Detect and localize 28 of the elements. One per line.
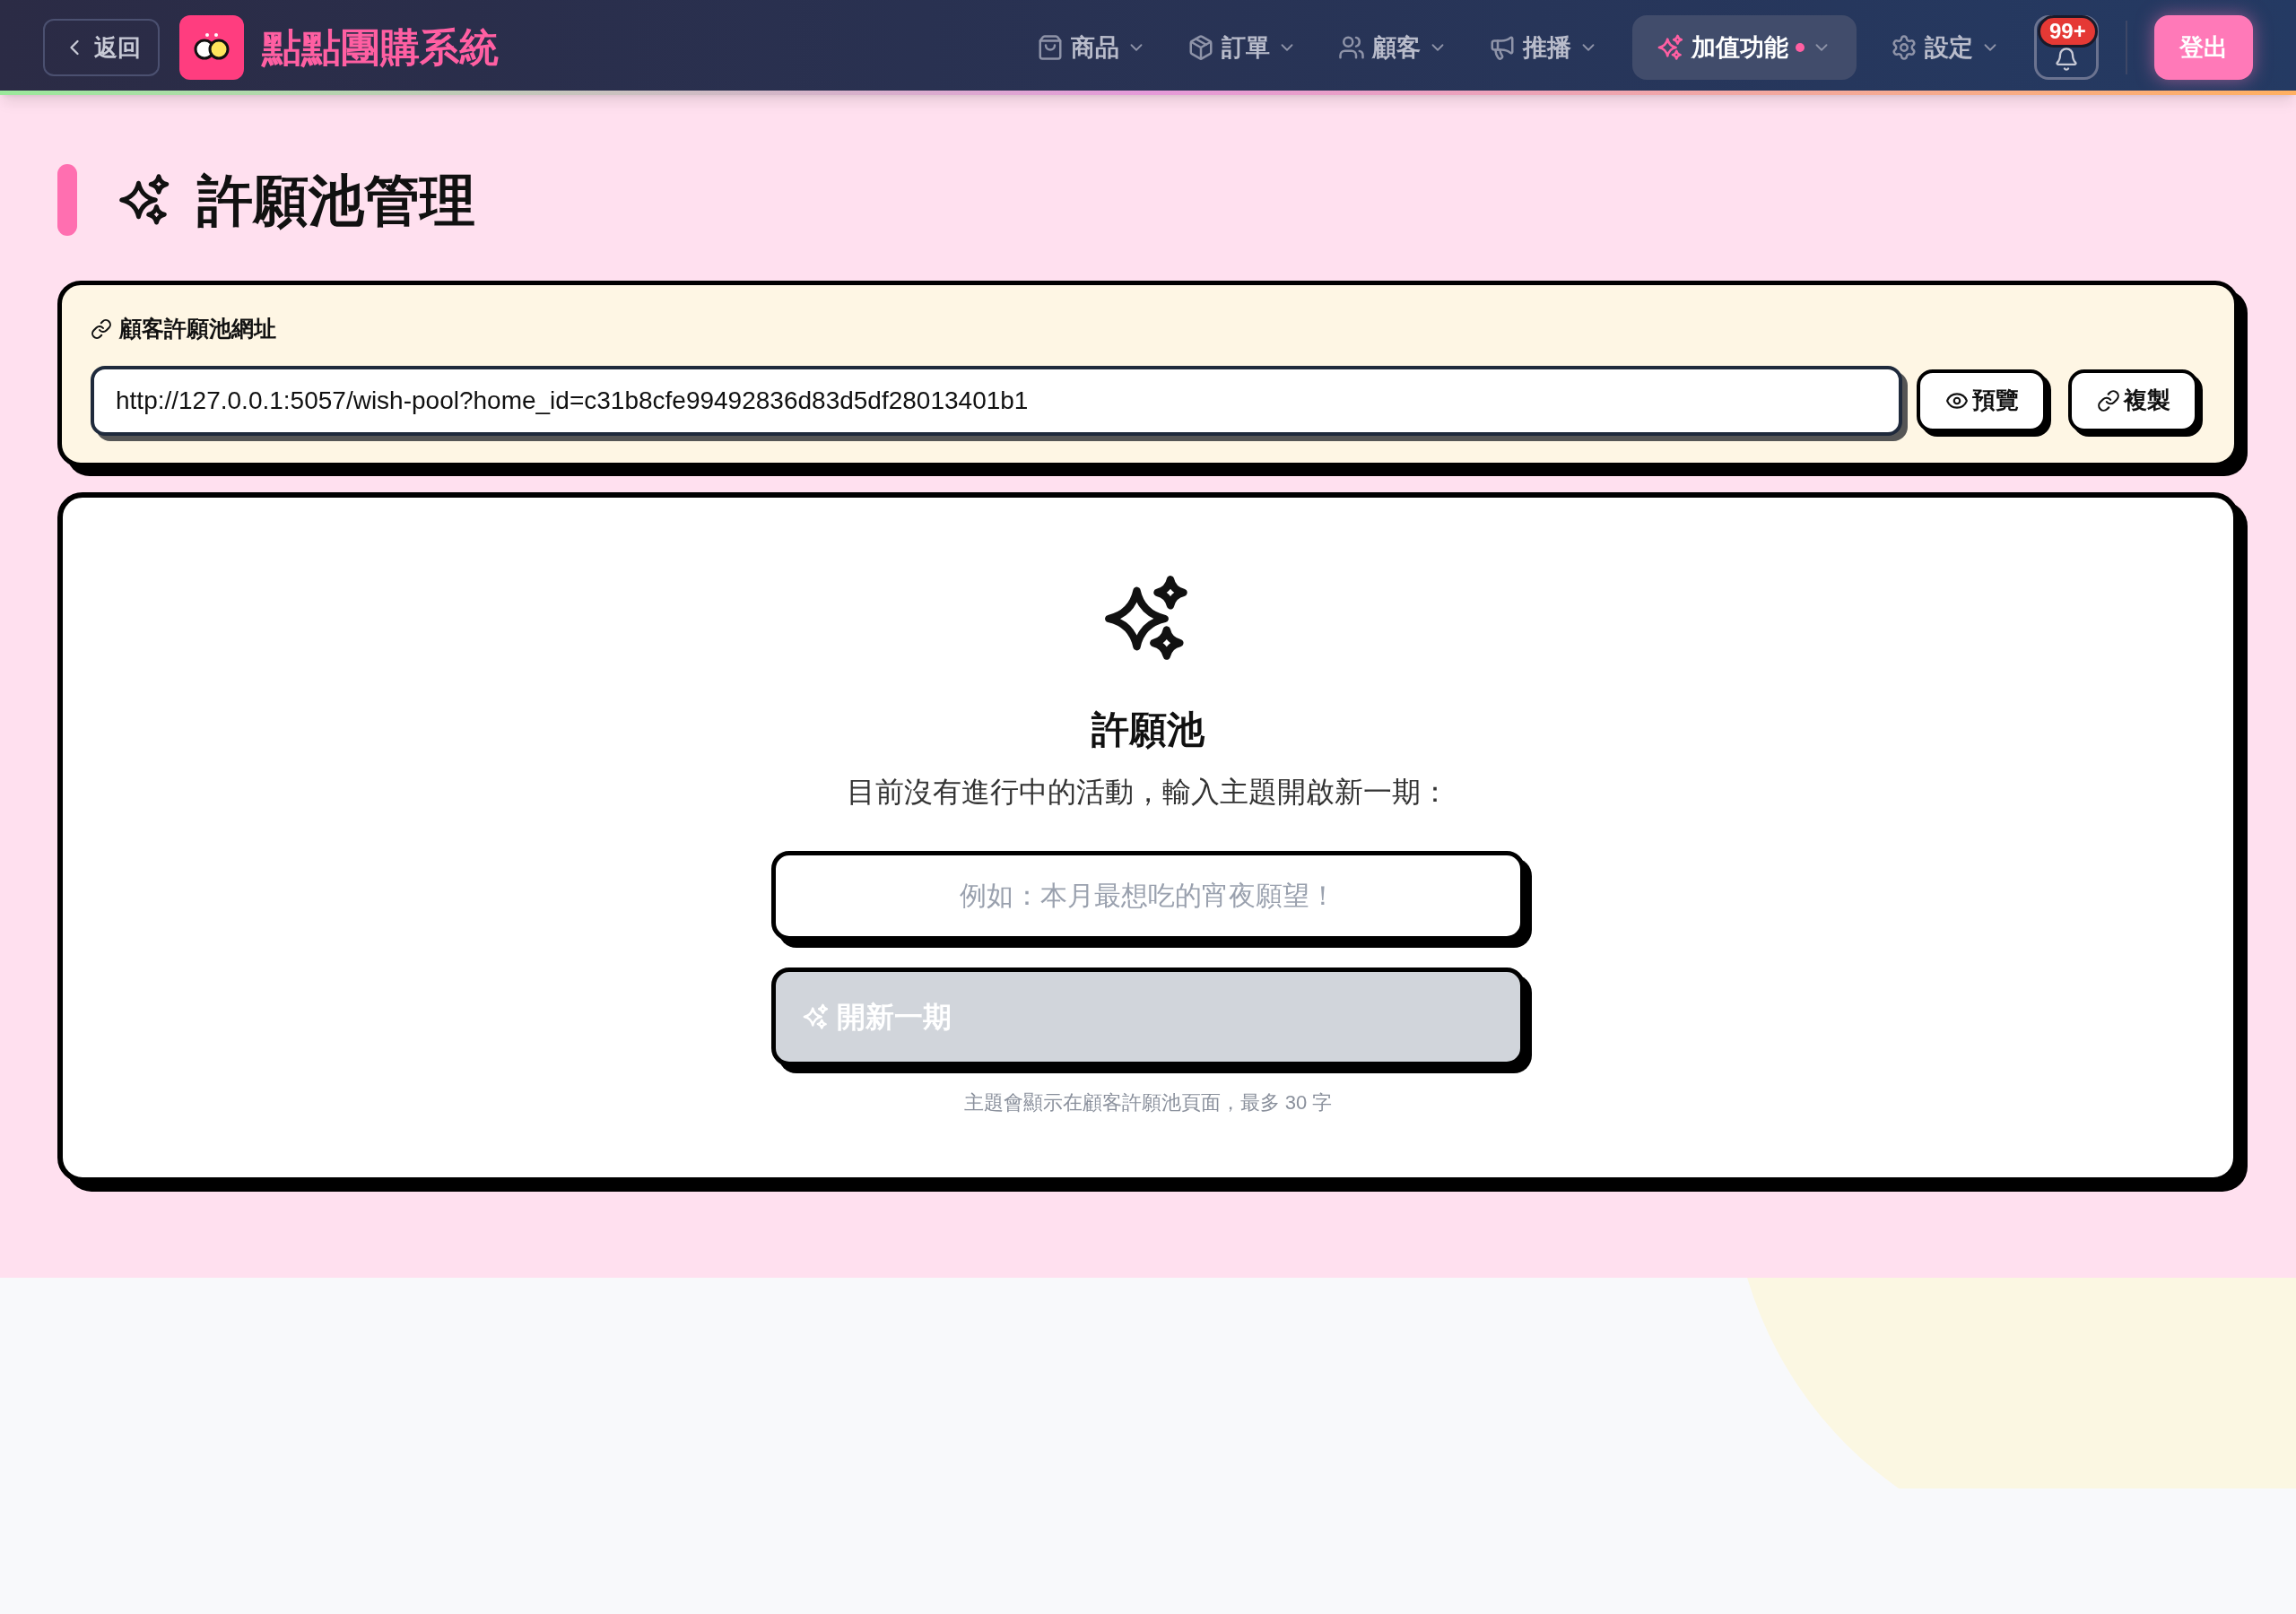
- app-name: 點點團購系統: [262, 24, 499, 71]
- link-icon: [91, 317, 112, 340]
- megaphone-icon: [1489, 34, 1516, 61]
- empty-state-message: 目前沒有進行中的活動，輸入主題開啟新一期：: [847, 774, 1449, 810]
- logo-icon: [179, 15, 244, 80]
- hint-text: 主題會顯示在顧客許願池頁面，最多 30 字: [963, 1089, 1333, 1115]
- topic-input[interactable]: 例如：本月最想吃的宵夜願望！: [771, 850, 1525, 941]
- nav-menu-item[interactable]: 設定: [1883, 15, 2007, 80]
- back-button[interactable]: 返回: [43, 19, 160, 76]
- bag-icon: [1037, 34, 1064, 61]
- nav-menu-item[interactable]: 顧客: [1331, 15, 1455, 80]
- nav-menu-item[interactable]: 加值功能: [1632, 15, 1857, 80]
- nav-menu-item[interactable]: 訂單: [1180, 15, 1304, 80]
- users-icon: [1338, 34, 1365, 61]
- wish-pool-title: 許願池: [1091, 707, 1205, 752]
- gear-icon: [1891, 34, 1918, 61]
- sparkles-icon: [803, 1002, 830, 1030]
- page-title: 許願池管理: [197, 168, 475, 233]
- nav-menu-item[interactable]: 商品: [1030, 15, 1153, 80]
- notification-button[interactable]: 99+: [2034, 15, 2099, 80]
- nav-menu-item[interactable]: 推播: [1482, 15, 1605, 80]
- notification-badge: 99+: [2038, 15, 2098, 48]
- url-label: 顧客許願池網址: [119, 315, 276, 343]
- sparkles-icon: [1657, 34, 1684, 61]
- box-icon: [1187, 34, 1214, 61]
- url-field[interactable]: http://127.0.0.1:5057/wish-pool?home_id=c31b8cfe99492836d83d5df28013401b1: [91, 365, 1902, 436]
- bell-icon: [2054, 47, 2079, 72]
- link-icon: [2096, 388, 2120, 412]
